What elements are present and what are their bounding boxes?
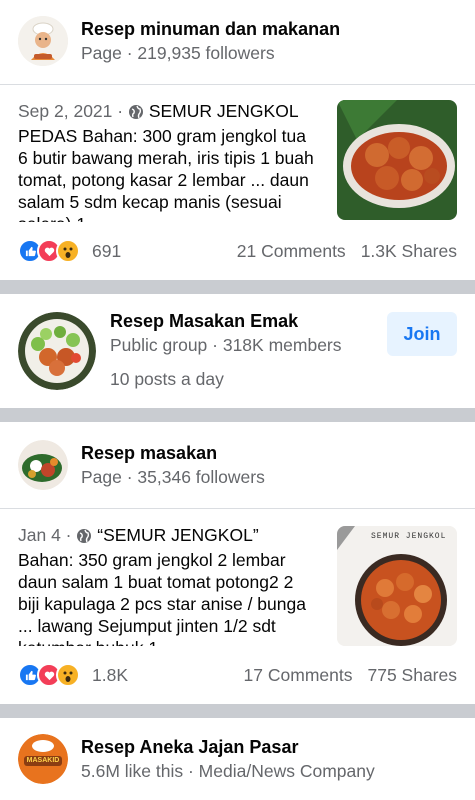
page-name[interactable]: Resep minuman dan makanan <box>81 18 340 40</box>
page-subtitle: Page · 35,346 followers <box>81 467 265 487</box>
page-avatar[interactable] <box>18 440 68 490</box>
reaction-row: 691 21 Comments 1.3K Shares <box>18 238 457 264</box>
page-name[interactable]: Resep masakan <box>81 442 265 464</box>
join-group-button[interactable]: Join <box>387 312 457 356</box>
page-result-card[interactable]: Resep masakan Page · 35,346 followers Ja… <box>0 422 475 704</box>
post-date: Sep 2, 2021 · <box>18 101 124 121</box>
wow-reaction-icon <box>56 239 80 263</box>
group-subtitle: Public group · 318K members <box>110 335 342 355</box>
comments-count[interactable]: 17 Comments <box>244 665 353 686</box>
page-subtitle: 5.6M like this · Media/News Company <box>81 761 375 781</box>
post-thumbnail[interactable]: SEMUR JENGKOL <box>337 526 457 646</box>
group-activity: 10 posts a day <box>110 369 224 389</box>
divider <box>0 508 475 509</box>
page-header[interactable]: Resep masakan Page · 35,346 followers <box>18 440 265 490</box>
post-text[interactable]: Sep 2, 2021 · SEMUR JENGKOL PEDAS Bahan:… <box>18 100 318 222</box>
globe-icon <box>76 527 92 549</box>
wow-reaction-icon <box>56 663 80 687</box>
page-result-card[interactable]: Resep minuman dan makanan Page · 219,935… <box>0 0 475 280</box>
comments-count[interactable]: 21 Comments <box>237 241 346 262</box>
page-avatar[interactable]: MASAKID <box>18 734 68 784</box>
page-header[interactable]: MASAKID Resep Aneka Jajan Pasar 5.6M lik… <box>18 734 375 784</box>
group-result-card[interactable]: Resep Masakan Emak Public group · 318K m… <box>0 294 475 408</box>
page-result-card[interactable]: MASAKID Resep Aneka Jajan Pasar 5.6M lik… <box>0 718 475 800</box>
reactions[interactable]: 691 <box>18 239 121 263</box>
post-preview[interactable]: Sep 2, 2021 · SEMUR JENGKOL PEDAS Bahan:… <box>0 100 475 222</box>
page-subtitle: Page · 219,935 followers <box>81 43 275 63</box>
group-name[interactable]: Resep Masakan Emak <box>110 310 342 332</box>
group-avatar[interactable] <box>18 312 96 390</box>
shares-count[interactable]: 1.3K Shares <box>361 241 457 262</box>
avatar-logo-text: MASAKID <box>26 757 60 764</box>
post-preview[interactable]: Jan 4 · “SEMUR JENGKOL” Bahan: 350 gram … <box>0 524 475 646</box>
page-header[interactable]: Resep minuman dan makanan Page · 219,935… <box>18 16 340 66</box>
shares-count[interactable]: 775 Shares <box>367 665 457 686</box>
globe-icon <box>128 103 144 125</box>
reactions[interactable]: 1.8K <box>18 663 128 687</box>
divider <box>0 84 475 85</box>
page-avatar[interactable] <box>18 16 68 66</box>
post-text[interactable]: Jan 4 · “SEMUR JENGKOL” Bahan: 350 gram … <box>18 524 318 646</box>
reaction-count: 691 <box>92 240 122 261</box>
reaction-count: 1.8K <box>92 664 128 685</box>
thumbnail-caption: SEMUR JENGKOL <box>371 532 447 541</box>
page-name[interactable]: Resep Aneka Jajan Pasar <box>81 736 375 758</box>
reaction-row: 1.8K 17 Comments 775 Shares <box>18 662 457 688</box>
post-thumbnail[interactable] <box>337 100 457 220</box>
post-date: Jan 4 · <box>18 525 72 545</box>
